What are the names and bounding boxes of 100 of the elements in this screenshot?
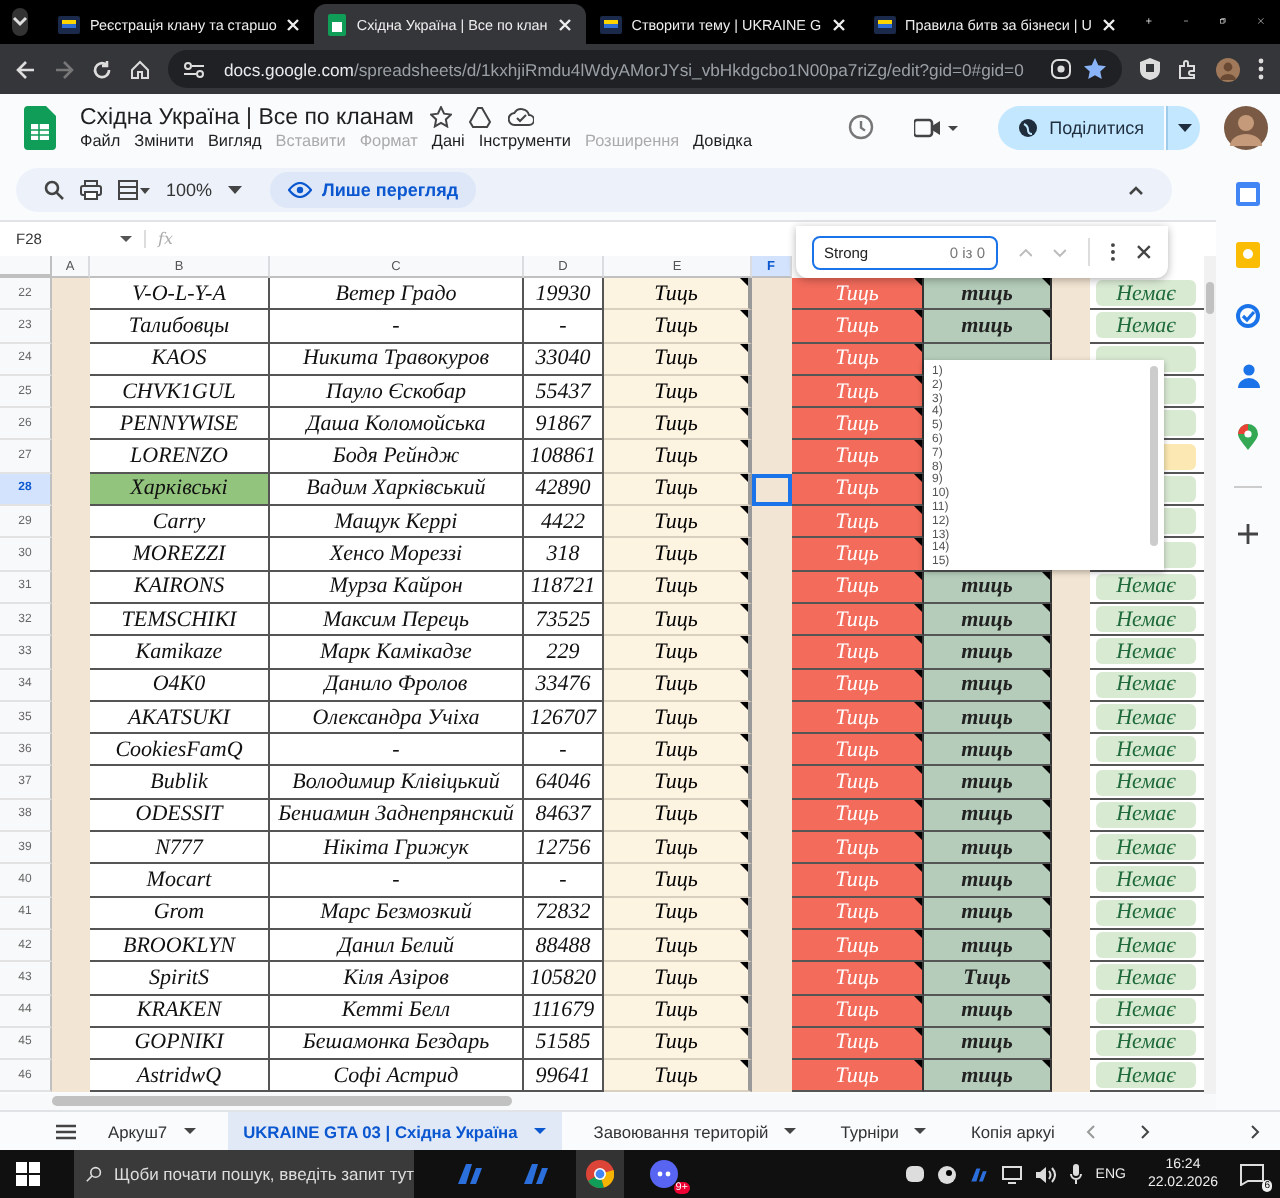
status-chip[interactable]: Немає xyxy=(1096,312,1196,339)
caret-icon xyxy=(533,1128,546,1134)
volume-icon[interactable] xyxy=(1035,1165,1056,1183)
app-icon[interactable] xyxy=(522,1160,550,1188)
menu-item[interactable]: Файл xyxy=(80,131,121,149)
status-chip[interactable]: Немає xyxy=(1096,801,1196,828)
reload-icon[interactable] xyxy=(92,59,112,79)
status-chip[interactable]: Немає xyxy=(1096,606,1196,633)
more-icon[interactable] xyxy=(1258,58,1264,80)
eye-icon xyxy=(288,182,313,198)
status-chip[interactable]: Немає xyxy=(1096,997,1196,1024)
scrollbar-thumb[interactable] xyxy=(1206,282,1214,314)
caret-icon[interactable] xyxy=(120,236,132,242)
status-chip[interactable]: Немає xyxy=(1096,899,1196,926)
contacts-icon[interactable] xyxy=(1237,364,1259,388)
star-icon[interactable] xyxy=(429,106,452,128)
network-icon[interactable] xyxy=(1001,1165,1022,1183)
status-chip[interactable]: Немає xyxy=(1096,932,1196,959)
status-chip[interactable]: Немає xyxy=(1096,1062,1196,1089)
video-call-icon[interactable] xyxy=(913,117,958,137)
app-icon[interactable] xyxy=(969,1165,988,1183)
caret-icon xyxy=(1177,123,1191,131)
puzzle-icon[interactable] xyxy=(1178,59,1198,79)
notification-icon[interactable] xyxy=(1240,1163,1264,1185)
chrome-icon[interactable] xyxy=(576,1150,624,1198)
chat-app-icon[interactable] xyxy=(650,1160,678,1188)
share-button[interactable]: Поділитися xyxy=(997,105,1164,149)
table-cell: 126707 xyxy=(524,701,604,735)
menu-item[interactable]: Змінити xyxy=(134,131,194,149)
menu-item[interactable]: Дані xyxy=(431,131,465,149)
tasks-icon[interactable] xyxy=(1236,304,1260,328)
account-avatar[interactable] xyxy=(1224,105,1268,149)
table-cell: Тиць xyxy=(604,897,752,930)
profile-avatar[interactable] xyxy=(1216,57,1240,81)
table-cell: Тиць xyxy=(604,310,752,344)
chat-app-icon[interactable] xyxy=(905,1166,924,1182)
calendar-icon[interactable] xyxy=(1236,182,1260,206)
taskbar-search-field[interactable]: Щоби почати пошук, введіть запит тут xyxy=(74,1150,414,1198)
sheet-tab[interactable]: Копія аркуі xyxy=(958,1112,1067,1150)
close-icon[interactable] xyxy=(1136,244,1153,260)
table-cell: Тиць xyxy=(792,1060,924,1093)
address-bar[interactable]: docs.google.com/spreadsheets/d/1kxhjiRmdu4lWdyAMorJYsi_vbHkdgcbo1N00pa7riZg/edit?gid=0#gid=0 xyxy=(168,50,1122,88)
app-icon[interactable] xyxy=(456,1160,484,1188)
lens-icon[interactable] xyxy=(1050,58,1072,80)
collapse-icon[interactable] xyxy=(1128,185,1144,195)
print-icon[interactable] xyxy=(80,180,102,200)
sheet-tab[interactable]: UKRAINE GTA 03 | Східна Україна xyxy=(227,1112,562,1150)
table-cell: Тиць xyxy=(792,571,924,604)
table-cell: Володимир Клівіцький xyxy=(270,766,524,800)
share-options-button[interactable] xyxy=(1166,105,1200,149)
map-pin-icon[interactable] xyxy=(1238,424,1258,450)
status-chip[interactable]: Немає xyxy=(1096,964,1196,991)
view-only-button[interactable]: Лише перегляд xyxy=(270,172,477,208)
scroll-right-icon[interactable] xyxy=(1140,1123,1151,1139)
table-cell: CookiesFamQ xyxy=(90,734,270,767)
menu-item[interactable]: Вигляд xyxy=(207,131,262,149)
scrollbar[interactable] xyxy=(1150,366,1158,546)
all-sheets-icon[interactable] xyxy=(56,1123,76,1139)
site-settings-icon[interactable] xyxy=(184,61,204,77)
status-chip[interactable]: Немає xyxy=(1096,638,1196,665)
sheets-logo[interactable] xyxy=(24,105,56,149)
zoom-select[interactable]: 100% xyxy=(166,180,213,200)
sheet-tab[interactable]: Аркуш7 xyxy=(96,1112,208,1150)
steam-icon[interactable] xyxy=(937,1165,956,1183)
search-icon[interactable] xyxy=(44,180,64,200)
sheet-tab[interactable]: Завоювання територій xyxy=(581,1112,809,1150)
status-chip[interactable]: Немає xyxy=(1096,736,1196,763)
cloud-icon[interactable] xyxy=(507,108,534,126)
status-chip[interactable]: Немає xyxy=(1096,1029,1196,1056)
back-icon[interactable] xyxy=(16,59,36,79)
drive-add-icon[interactable] xyxy=(467,106,492,128)
caret-icon[interactable] xyxy=(228,186,243,194)
home-icon[interactable] xyxy=(130,59,150,79)
forward-icon[interactable] xyxy=(54,59,74,79)
sheet-tab[interactable]: Турніри xyxy=(828,1112,939,1150)
shield-icon[interactable] xyxy=(1140,58,1160,80)
format-dropdown-icon[interactable] xyxy=(118,180,150,200)
microphone-icon[interactable] xyxy=(1069,1164,1082,1184)
status-chip[interactable]: Немає xyxy=(1096,280,1196,307)
scroll-left-icon[interactable] xyxy=(1086,1123,1097,1139)
table-cell: - xyxy=(270,310,524,344)
more-icon[interactable] xyxy=(1110,242,1117,262)
add-icon[interactable] xyxy=(1238,524,1258,544)
table-cell: Kamikaze xyxy=(90,636,270,670)
menu-item[interactable]: Довідка xyxy=(693,131,752,149)
history-icon[interactable] xyxy=(847,114,874,140)
document-title[interactable]: Східна Україна | Все по кланам xyxy=(80,105,414,129)
table-cell: Тиць xyxy=(792,636,924,670)
menu-item[interactable]: Інструменти xyxy=(478,131,571,149)
chevron-right-icon[interactable] xyxy=(1250,1123,1260,1139)
status-chip[interactable]: Немає xyxy=(1096,866,1196,893)
status-chip[interactable]: Немає xyxy=(1096,704,1196,730)
windows-logo[interactable] xyxy=(16,1162,40,1186)
scrollbar-thumb[interactable] xyxy=(52,1096,512,1106)
star-icon[interactable] xyxy=(1084,58,1106,80)
status-chip[interactable]: Немає xyxy=(1096,834,1196,861)
status-chip[interactable]: Немає xyxy=(1096,769,1196,796)
status-chip[interactable]: Немає xyxy=(1096,671,1196,698)
status-chip[interactable]: Немає xyxy=(1096,573,1196,600)
tab-search-button[interactable] xyxy=(12,8,28,36)
